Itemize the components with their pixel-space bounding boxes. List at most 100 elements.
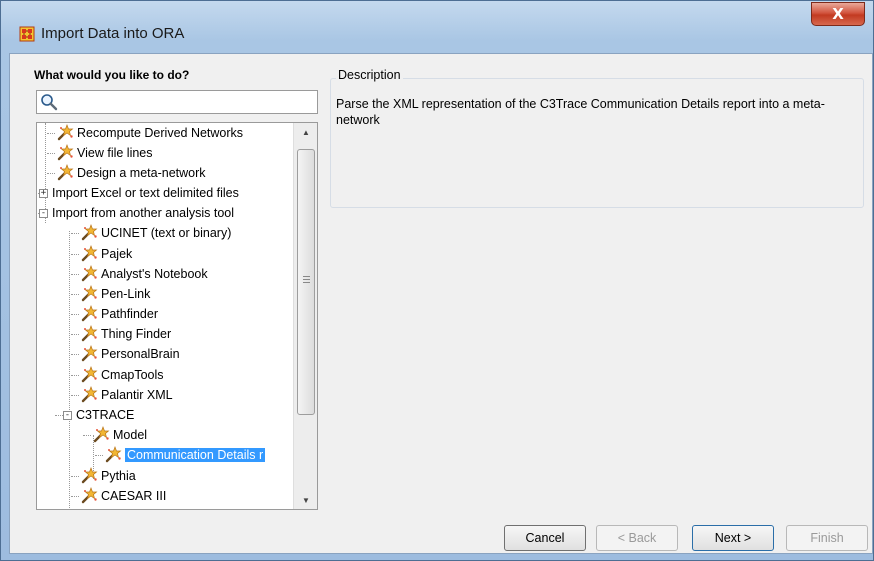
- import-dialog-window: Import Data into ORA X What would you li…: [0, 0, 874, 561]
- tree-item-label: Model: [113, 428, 148, 442]
- wand-icon: [79, 487, 99, 505]
- tree-item-label: Import from another analysis tool: [52, 206, 235, 220]
- scroll-thumb[interactable]: [297, 149, 315, 415]
- tree-connector-line: [37, 213, 39, 214]
- tree-item[interactable]: Pythia: [71, 466, 136, 486]
- tree-connector-line: [71, 496, 79, 497]
- cancel-button[interactable]: Cancel: [504, 525, 586, 551]
- wand-icon: [79, 245, 99, 263]
- tree-connector-line: [71, 233, 79, 234]
- scroll-down-arrow-icon[interactable]: ▼: [294, 491, 317, 509]
- tree-item[interactable]: Pathfinder: [71, 304, 158, 324]
- collapse-icon[interactable]: -: [63, 410, 72, 420]
- tree-item[interactable]: CAESAR III: [71, 486, 167, 506]
- tree-connector-line: [37, 193, 39, 194]
- scroll-up-arrow-icon[interactable]: ▲: [294, 123, 317, 141]
- tree-item-label: CmapTools: [101, 368, 164, 382]
- tree-item-label: C3TRACE: [76, 408, 135, 422]
- description-text: Parse the XML representation of the C3Tr…: [336, 97, 825, 127]
- wand-icon: [79, 467, 99, 485]
- tree-guide-line: [69, 231, 70, 509]
- close-button[interactable]: X: [811, 2, 865, 26]
- description-legend: Description: [336, 68, 403, 82]
- finish-button-label: Finish: [810, 531, 844, 545]
- wand-icon: [79, 265, 99, 283]
- tree-item-label: Analyst's Notebook: [101, 267, 208, 281]
- tree-connector-line: [71, 254, 79, 255]
- tree-item[interactable]: Design a meta-network: [47, 163, 206, 183]
- tree-connector-line: [71, 395, 79, 396]
- tree-item-label: Thing Finder: [101, 327, 172, 341]
- task-tree[interactable]: Recompute Derived Networks View file line…: [36, 122, 318, 510]
- tree-item-label: Communication Details r: [125, 448, 266, 462]
- dialog-body: What would you like to do? Recompute Der…: [9, 53, 873, 554]
- wand-icon: [79, 224, 99, 242]
- tree-connector-line: [71, 294, 79, 295]
- tree-connector-line: [71, 375, 79, 376]
- wand-icon: [79, 285, 99, 303]
- tree-item[interactable]: Communication Details r: [95, 445, 266, 465]
- tree-item[interactable]: Pajek: [71, 244, 133, 264]
- task-prompt-label: What would you like to do?: [34, 68, 190, 82]
- expand-icon[interactable]: +: [39, 188, 48, 198]
- tree-connector-line: [47, 153, 55, 154]
- wand-icon: [103, 446, 123, 464]
- title-bar[interactable]: Import Data into ORA X: [1, 1, 873, 53]
- tree-connector-line: [95, 455, 103, 456]
- wand-icon: [55, 164, 75, 182]
- tree-connector-line: [71, 476, 79, 477]
- tree-item-label: UCINET (text or binary): [101, 226, 232, 240]
- tree-item-label: Recompute Derived Networks: [77, 126, 244, 140]
- tree-item[interactable]: UCINET (text or binary): [71, 223, 232, 243]
- tree-connector-line: [47, 173, 55, 174]
- tree-connector-line: [71, 274, 79, 275]
- tree-item-label: Import Excel or text delimited files: [52, 186, 239, 200]
- wand-icon: [79, 366, 99, 384]
- tree-scrollbar[interactable]: ▲ ▼: [293, 123, 317, 509]
- tree-item-label: Pajek: [101, 247, 133, 261]
- tree-item-label: CAESAR III: [101, 489, 167, 503]
- tree-item[interactable]: View file lines: [47, 143, 153, 163]
- tree-item[interactable]: PersonalBrain: [71, 344, 180, 364]
- tree-item-label: Pythia: [101, 469, 136, 483]
- next-button-label: Next >: [714, 531, 752, 545]
- back-button-label: < Back: [617, 531, 657, 545]
- tree-item-label: Design a meta-network: [77, 166, 206, 180]
- search-icon: [40, 93, 58, 111]
- close-icon: X: [832, 5, 844, 23]
- tree-connector-line: [83, 435, 91, 436]
- tree-item-label: Pathfinder: [101, 307, 158, 321]
- wand-icon: [79, 325, 99, 343]
- tree-item[interactable]: Recompute Derived Networks: [47, 123, 244, 143]
- tree-connector-line: [71, 314, 79, 315]
- back-button[interactable]: < Back: [596, 525, 678, 551]
- cancel-button-label: Cancel: [525, 531, 565, 545]
- tree-item[interactable]: Thing Finder: [71, 324, 172, 344]
- search-input[interactable]: [36, 90, 318, 114]
- tree-connector-line: [71, 334, 79, 335]
- ora-app-icon: [19, 26, 35, 42]
- tree-item-label: Pen-Link: [101, 287, 151, 301]
- tree-item[interactable]: CmapTools: [71, 365, 164, 385]
- tree-item[interactable]: Palantir XML: [71, 385, 173, 405]
- tree-item-label: View file lines: [77, 146, 153, 160]
- scroll-grip-icon: [303, 276, 310, 285]
- tree-item[interactable]: - Import from another analysis tool: [37, 203, 235, 223]
- wand-icon: [91, 426, 111, 444]
- tree-connector-line: [47, 133, 55, 134]
- wand-icon: [55, 144, 75, 162]
- collapse-icon[interactable]: -: [39, 208, 48, 218]
- tree-item-label: PersonalBrain: [101, 347, 180, 361]
- wand-icon: [79, 386, 99, 404]
- tree-connector-line: [71, 354, 79, 355]
- tree-item[interactable]: + Import Excel or text delimited files: [37, 183, 239, 203]
- tree-item[interactable]: Pen-Link: [71, 284, 151, 304]
- tree-item[interactable]: - C3TRACE: [55, 405, 135, 425]
- finish-button[interactable]: Finish: [786, 525, 868, 551]
- wand-icon: [79, 345, 99, 363]
- next-button[interactable]: Next >: [692, 525, 774, 551]
- tree-item[interactable]: Model: [83, 425, 148, 445]
- window-title: Import Data into ORA: [41, 25, 185, 42]
- tree-item[interactable]: Analyst's Notebook: [71, 264, 208, 284]
- tree-item-label: Palantir XML: [101, 388, 173, 402]
